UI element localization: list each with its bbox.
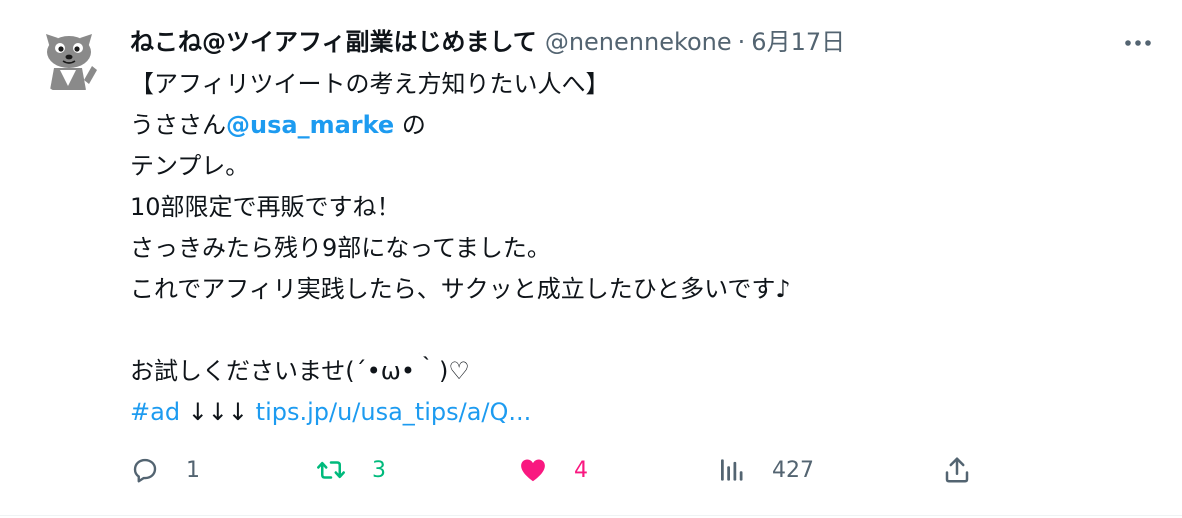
action-bar: 1 3 4 427 [130, 448, 980, 492]
avatar[interactable] [34, 24, 104, 94]
tweet-line: さっきみたら残り9部になってました。 [130, 234, 551, 262]
tweet-card[interactable]: ねこね@ツイアフィ副業はじめまして @nenennekone · 6月17日 【… [0, 0, 1182, 518]
tweet-text-segment: うささん [130, 111, 226, 139]
like-button[interactable]: 4 [518, 448, 588, 492]
url-link[interactable]: tips.jp/u/usa_tips/a/Q... [256, 398, 532, 426]
tweet-text-segment: ↓↓↓ [180, 398, 256, 426]
reply-button[interactable]: 1 [130, 448, 200, 492]
mention-link[interactable]: @usa_marke [226, 111, 394, 139]
like-count: 4 [574, 457, 588, 483]
retweet-count: 3 [372, 457, 386, 483]
tweet-line: うささん@usa_marke の [130, 105, 1130, 146]
retweet-button[interactable]: 3 [316, 448, 386, 492]
cat-avatar-icon [46, 34, 97, 90]
tweet-text-segment: の [394, 111, 426, 139]
heart-filled-icon [521, 459, 545, 482]
display-name[interactable]: ねこね@ツイアフィ副業はじめまして [130, 26, 537, 58]
views-count: 427 [772, 457, 814, 483]
tweet-line: 10部限定で再販ですね！ [130, 193, 401, 221]
tweet-date[interactable]: 6月17日 [751, 26, 845, 58]
tweet-line: お試しくださいませ(´•ω•｀)♡ [130, 357, 470, 385]
reply-icon [133, 458, 157, 483]
share-icon [945, 457, 969, 483]
reply-count: 1 [186, 457, 200, 483]
separator-dot: · [737, 28, 746, 56]
tweet-text: 【アフィリツイートの考え方知りたい人へ】 うささん@usa_marke の テン… [130, 64, 1130, 433]
tweet-line: #ad ↓↓↓ tips.jp/u/usa_tips/a/Q... [130, 392, 1130, 433]
tweet-line: テンプレ。 [130, 152, 250, 180]
share-button[interactable] [942, 448, 972, 492]
user-handle[interactable]: @nenennekone [545, 26, 732, 58]
hashtag-link[interactable]: #ad [130, 398, 180, 426]
tweet-line: 【アフィリツイートの考え方知りたい人へ】 [130, 70, 610, 98]
divider [0, 515, 1182, 516]
more-dots-icon [1125, 40, 1151, 46]
tweet-line: これでアフィリ実践したら、サクッと成立したひと多いです♪ [130, 275, 791, 303]
more-options-button[interactable] [1118, 28, 1158, 58]
retweet-icon [317, 461, 345, 479]
views-bar-chart-icon [721, 459, 743, 481]
views-button[interactable]: 427 [716, 448, 814, 492]
tweet-header: ねこね@ツイアフィ副業はじめまして @nenennekone · 6月17日 [130, 26, 1090, 58]
